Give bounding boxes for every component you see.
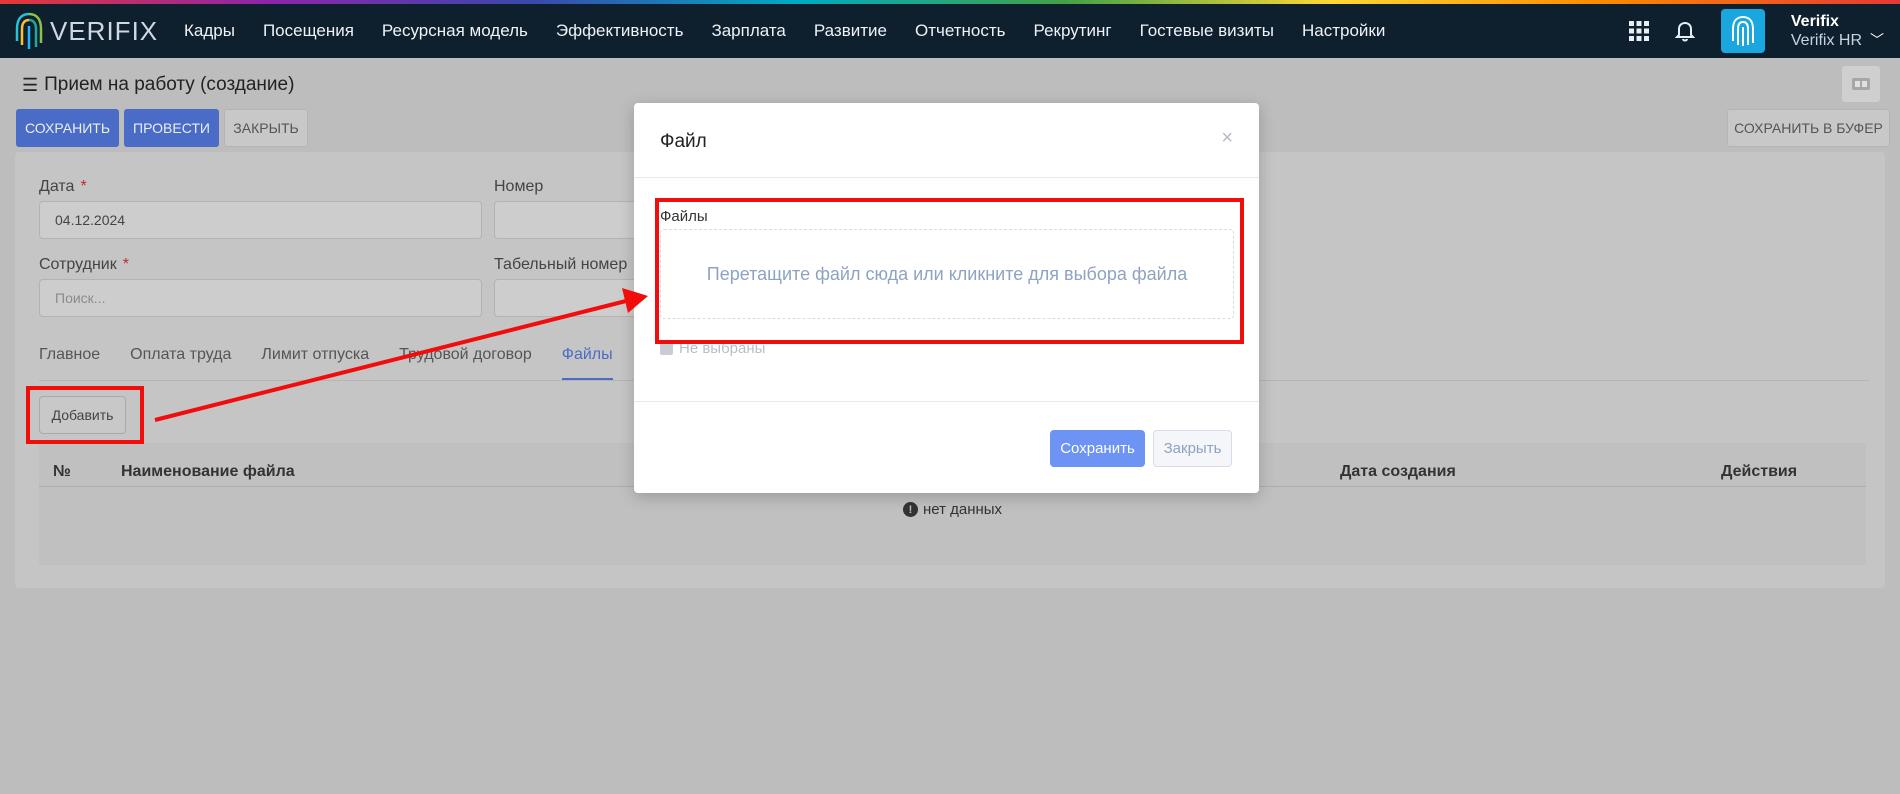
user-name: Verifix (1790, 12, 1839, 30)
menu-item-reports[interactable]: Отчетность (915, 21, 1006, 41)
fingerprint-logo-icon (15, 12, 43, 49)
menu-item-staff[interactable]: Кадры (184, 21, 235, 41)
apps-grid-icon[interactable] (1628, 21, 1649, 41)
menu-item-resource-model[interactable]: Ресурсная модель (382, 21, 528, 41)
column-header-created-date: Дата создания (1340, 463, 1456, 480)
add-button-highlight-box (26, 386, 144, 444)
menu-item-guest-visits[interactable]: Гостевые визиты (1140, 21, 1274, 41)
date-input[interactable]: 04.12.2024 (39, 201, 482, 239)
empty-state: ! нет данных (39, 501, 1866, 518)
modal-close-button[interactable]: Закрыть (1153, 430, 1232, 467)
column-header-actions: Действия (1721, 463, 1798, 480)
menu-icon[interactable]: ☰ (22, 75, 38, 96)
tab-vacation-limit[interactable]: Лимит отпуска (261, 346, 369, 380)
column-header-file-name: Наименование файла (121, 463, 295, 480)
page-title: ☰ Прием на работу (создание) (22, 74, 295, 96)
modal-title: Файл (660, 131, 707, 152)
menu-item-settings[interactable]: Настройки (1302, 21, 1385, 41)
date-label: Дата * (39, 178, 87, 195)
main-menu: Кадры Посещения Ресурсная модель Эффекти… (184, 21, 1413, 41)
top-navbar: VERIFIX Кадры Посещения Ресурсная модель… (0, 4, 1900, 58)
menu-item-salary[interactable]: Зарплата (711, 21, 785, 41)
column-header-number: № (53, 463, 71, 480)
tab-number-input[interactable] (494, 279, 644, 317)
modal-header-divider (634, 177, 1259, 178)
employee-search-input[interactable]: Поиск... (39, 279, 482, 317)
bell-icon[interactable] (1674, 20, 1695, 42)
exclamation-icon: ! (902, 502, 918, 517)
post-button[interactable]: ПРОВЕСТИ (124, 109, 219, 147)
tab-contract[interactable]: Трудовой договор (399, 346, 532, 380)
close-button[interactable]: ЗАКРЫТЬ (224, 109, 308, 147)
keyboard-layout-button[interactable] (1842, 66, 1880, 102)
user-company: Verifix HR ﹀ (1790, 31, 1884, 49)
close-icon[interactable]: × (1221, 127, 1233, 150)
navbar-right: Verifix Verifix HR ﹀ (1628, 4, 1900, 58)
menu-item-efficiency[interactable]: Эффективность (556, 21, 684, 41)
number-label: Номер (494, 178, 544, 195)
menu-item-recruiting[interactable]: Рекрутинг (1034, 21, 1112, 41)
user-menu[interactable]: Verifix Verifix HR ﹀ (1791, 13, 1884, 50)
tab-payment[interactable]: Оплата труда (130, 346, 231, 380)
modal-save-button[interactable]: Сохранить (1050, 430, 1145, 467)
menu-item-development[interactable]: Развитие (814, 21, 887, 41)
modal-footer-divider (634, 401, 1259, 402)
translate-icon (1852, 78, 1870, 90)
number-input[interactable] (494, 201, 644, 239)
tabs: Главное Оплата труда Лимит отпуска Трудо… (39, 346, 643, 380)
tab-number-label: Табельный номер (494, 256, 628, 273)
avatar[interactable] (1720, 9, 1765, 53)
save-to-buffer-button[interactable]: СОХРАНИТЬ В БУФЕР (1727, 109, 1890, 147)
tab-main[interactable]: Главное (39, 346, 100, 380)
dropzone-highlight-box (655, 198, 1244, 344)
logo[interactable]: VERIFIX (14, 11, 164, 51)
chevron-down-icon: ﹀ (1870, 31, 1884, 48)
logo-text: VERIFIX (50, 15, 159, 46)
employee-label: Сотрудник * (39, 256, 129, 273)
fingerprint-icon (1731, 16, 1754, 46)
save-button[interactable]: СОХРАНИТЬ (16, 109, 119, 147)
tab-files[interactable]: Файлы (561, 346, 613, 380)
menu-item-attendance[interactable]: Посещения (263, 21, 354, 41)
